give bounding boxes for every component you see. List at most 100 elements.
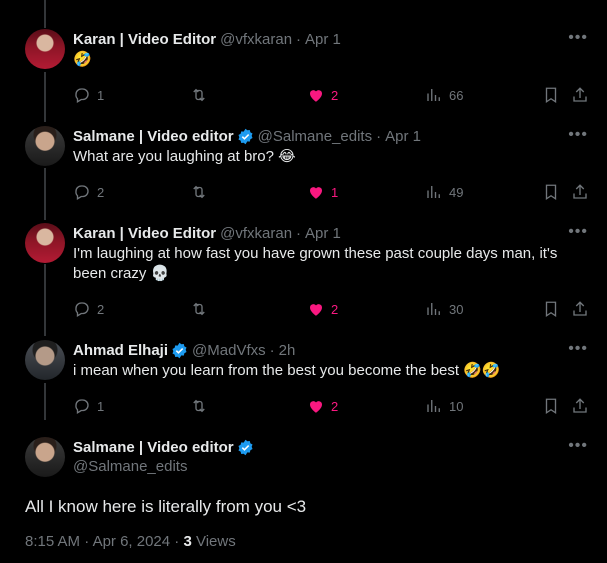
retweet-button[interactable] <box>190 396 208 416</box>
more-icon[interactable]: ••• <box>568 29 588 47</box>
bookmark-button[interactable] <box>542 85 560 105</box>
separator: · <box>296 224 302 242</box>
tweet-text: What are you laughing at bro? 😂 <box>73 148 296 165</box>
thread-line <box>44 72 46 122</box>
thread-line <box>44 0 46 28</box>
tweet-date[interactable]: Apr 1 <box>305 31 341 48</box>
share-icon <box>573 398 587 413</box>
reply-count: 2 <box>97 184 105 200</box>
bookmark-icon <box>545 184 557 201</box>
share-button[interactable] <box>571 396 589 416</box>
views-button[interactable]: 49 <box>425 182 463 202</box>
views-icon <box>427 186 440 198</box>
retweet-icon <box>193 302 205 316</box>
views-button[interactable]: 10 <box>425 396 463 416</box>
share-icon <box>573 301 587 316</box>
retweet-icon <box>193 185 205 199</box>
view-count: 3 <box>183 533 192 550</box>
avatar[interactable] <box>25 223 65 263</box>
author-handle[interactable]: @vfxkaran <box>220 225 292 242</box>
reply-count: 1 <box>97 398 105 414</box>
author-name[interactable]: Karan | Video Editor <box>73 225 216 242</box>
separator: · <box>296 30 302 48</box>
more-icon[interactable]: ••• <box>568 223 588 241</box>
retweet-icon <box>193 399 205 413</box>
author-handle[interactable]: @MadVfxs <box>192 342 266 359</box>
retweet-button[interactable] <box>190 299 208 319</box>
author-name[interactable]: Salmane | Video editor <box>73 439 234 456</box>
more-icon[interactable]: ••• <box>568 437 588 455</box>
view-count: 30 <box>449 301 464 317</box>
author-name[interactable]: Ahmad Elhaji <box>73 342 168 359</box>
bookmark-icon <box>545 398 557 415</box>
author-name[interactable]: Karan | Video Editor <box>73 31 216 48</box>
view-count: 66 <box>449 87 464 103</box>
tweet-date[interactable]: Apr 6, 2024 <box>93 533 171 550</box>
verified-badge-icon <box>172 342 187 358</box>
bookmark-icon <box>545 301 557 318</box>
tweet-text: 🤣 <box>73 51 92 68</box>
reply-icon <box>75 302 89 317</box>
avatar[interactable] <box>25 340 65 380</box>
verified-badge-icon <box>238 439 253 455</box>
reply-count: 1 <box>97 87 105 103</box>
verified-badge-icon <box>238 128 253 144</box>
share-icon <box>573 87 587 102</box>
avatar[interactable] <box>25 126 65 166</box>
bookmark-icon <box>545 87 557 104</box>
views-button[interactable]: 30 <box>425 299 463 319</box>
reply-button[interactable]: 1 <box>73 85 104 105</box>
view-count: 49 <box>449 184 464 200</box>
tweet-text: All I know here is literally from you <3 <box>25 497 307 516</box>
share-icon <box>573 184 587 199</box>
views-label: Views <box>195 533 236 550</box>
tweet-date[interactable]: Apr 1 <box>385 128 421 145</box>
reply-icon <box>75 88 89 103</box>
views-button[interactable]: 66 <box>425 85 463 105</box>
tweet-date[interactable]: 2h <box>279 342 296 359</box>
more-icon[interactable]: ••• <box>568 340 588 358</box>
retweet-button[interactable] <box>190 85 208 105</box>
tweet-text: i mean when you learn from the best you … <box>73 362 501 379</box>
author-handle[interactable]: @Salmane_edits <box>258 128 372 145</box>
like-count: 2 <box>331 301 339 317</box>
like-count: 2 <box>331 398 339 414</box>
tweet-time[interactable]: 8:15 AM <box>25 533 80 550</box>
separator: · <box>84 533 93 550</box>
like-button[interactable]: 2 <box>307 85 338 105</box>
separator: · <box>269 341 275 359</box>
reply-button[interactable]: 1 <box>73 396 104 416</box>
bookmark-button[interactable] <box>542 299 560 319</box>
thread-line <box>44 264 46 336</box>
share-button[interactable] <box>571 85 589 105</box>
thread-line <box>44 168 46 220</box>
share-button[interactable] <box>571 182 589 202</box>
tweet-date[interactable]: Apr 1 <box>305 225 341 242</box>
like-button[interactable]: 2 <box>307 396 338 416</box>
like-button[interactable]: 2 <box>307 299 338 319</box>
like-count: 1 <box>331 184 339 200</box>
author-handle[interactable]: @Salmane_edits <box>73 458 187 475</box>
heart-icon <box>310 187 322 199</box>
share-button[interactable] <box>571 299 589 319</box>
retweet-button[interactable] <box>190 182 208 202</box>
more-icon[interactable]: ••• <box>568 126 588 144</box>
avatar[interactable] <box>25 437 65 477</box>
heart-icon <box>310 401 322 413</box>
reply-button[interactable]: 2 <box>73 182 104 202</box>
retweet-icon <box>193 88 205 102</box>
reply-icon <box>75 185 89 200</box>
view-count: 10 <box>449 398 464 414</box>
reply-button[interactable]: 2 <box>73 299 104 319</box>
bookmark-button[interactable] <box>542 396 560 416</box>
author-handle[interactable]: @vfxkaran <box>220 31 292 48</box>
author-name[interactable]: Salmane | Video editor <box>73 128 234 145</box>
bookmark-button[interactable] <box>542 182 560 202</box>
avatar[interactable] <box>25 29 65 69</box>
views-icon <box>427 303 440 315</box>
views-icon <box>427 400 440 412</box>
tweet-meta: 8:15 AM · Apr 6, 2024 · 3 Views <box>25 533 236 550</box>
heart-icon <box>310 90 322 102</box>
tweet-text: I'm laughing at how fast you have grown … <box>73 245 558 282</box>
like-button[interactable]: 1 <box>307 182 338 202</box>
